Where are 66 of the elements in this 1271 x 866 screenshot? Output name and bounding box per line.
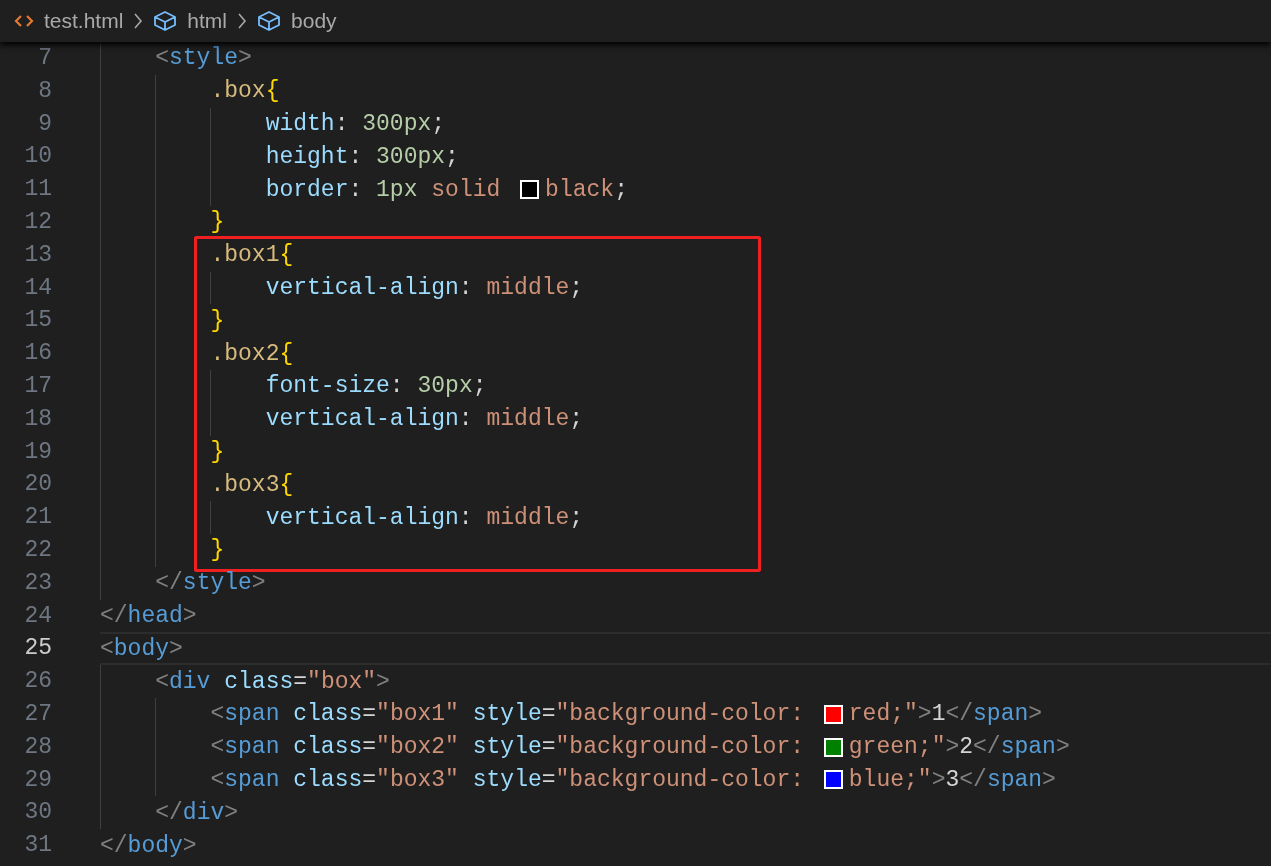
code-text: </style> bbox=[154, 569, 266, 599]
code-text: border: 1px solid bbox=[264, 175, 502, 205]
code-text: blue;">3</span> bbox=[848, 765, 1056, 795]
code-text: <body> bbox=[100, 634, 183, 664]
breadcrumb-item[interactable]: test.html bbox=[44, 5, 124, 37]
line-number: 10 bbox=[23, 142, 52, 172]
code-text: height: 300px; bbox=[264, 142, 459, 172]
line-number: 7 bbox=[37, 44, 52, 73]
cube-icon bbox=[257, 10, 282, 32]
line-number: 31 bbox=[23, 831, 52, 861]
line-number: 26 bbox=[23, 667, 52, 697]
code-text: width: 300px; bbox=[264, 110, 446, 139]
code-text: <style> bbox=[154, 44, 252, 74]
line-number: 11 bbox=[23, 175, 52, 205]
line-number: 9 bbox=[37, 109, 52, 139]
color-swatch-icon[interactable] bbox=[823, 770, 843, 790]
code-text: green;">2</span> bbox=[848, 733, 1070, 763]
line-number: 13 bbox=[23, 240, 52, 270]
line-number: 14 bbox=[23, 273, 52, 303]
code-text: </div> bbox=[154, 798, 239, 828]
code-text: } bbox=[209, 536, 225, 566]
cube-icon bbox=[153, 10, 178, 32]
color-swatch-icon[interactable] bbox=[823, 737, 843, 757]
code-text: vertical-align: middle; bbox=[264, 503, 584, 533]
line-number: 8 bbox=[37, 76, 52, 106]
code-text: black; bbox=[545, 175, 628, 205]
line-number: 27 bbox=[23, 699, 52, 729]
code-text: <span class="box1" style="background-color: bbox=[209, 700, 805, 730]
code-text: vertical-align: middle; bbox=[264, 273, 584, 303]
line-number: 29 bbox=[23, 765, 52, 795]
line-number: 25 bbox=[23, 634, 52, 664]
line-number: 22 bbox=[23, 535, 52, 565]
chevron-right-icon bbox=[133, 12, 144, 30]
line-number: 16 bbox=[23, 339, 52, 369]
chevron-right-icon bbox=[237, 12, 248, 30]
line-number: 19 bbox=[23, 437, 52, 467]
color-swatch-icon[interactable] bbox=[520, 180, 540, 200]
code-text: } bbox=[209, 208, 225, 238]
code-text: </head> bbox=[100, 601, 197, 631]
breadcrumb-item[interactable]: body bbox=[291, 5, 337, 37]
line-number: 18 bbox=[23, 404, 52, 434]
breadcrumb-item[interactable]: html bbox=[187, 5, 228, 37]
code-brackets-icon bbox=[14, 13, 34, 29]
code-text: .box3{ bbox=[209, 470, 294, 500]
code-text: <span class="box2" style="background-color: bbox=[209, 733, 805, 763]
code-text: red;">1</span> bbox=[848, 700, 1043, 730]
line-number: 28 bbox=[23, 732, 52, 762]
code-text: vertical-align: middle; bbox=[264, 405, 584, 435]
code-text: .box1{ bbox=[209, 241, 294, 271]
code-text: font-size: 30px; bbox=[264, 372, 487, 402]
line-number: 24 bbox=[23, 601, 52, 631]
code-text: <span class="box3" style="background-color: bbox=[209, 765, 805, 795]
code-text: .box2{ bbox=[209, 339, 294, 369]
code-text: } bbox=[209, 306, 225, 336]
line-number: 21 bbox=[23, 503, 52, 533]
line-number: 30 bbox=[23, 798, 52, 828]
color-swatch-icon[interactable] bbox=[823, 704, 843, 724]
code-text: <div class="box"> bbox=[154, 667, 390, 697]
line-number: 23 bbox=[23, 568, 52, 598]
line-number: 17 bbox=[23, 371, 52, 401]
line-number: 20 bbox=[23, 470, 52, 500]
line-number: 12 bbox=[23, 208, 52, 237]
code-text: } bbox=[209, 437, 225, 467]
code-text: </body> bbox=[100, 831, 197, 861]
code-text: .box{ bbox=[209, 77, 280, 107]
line-number: 15 bbox=[23, 306, 52, 336]
